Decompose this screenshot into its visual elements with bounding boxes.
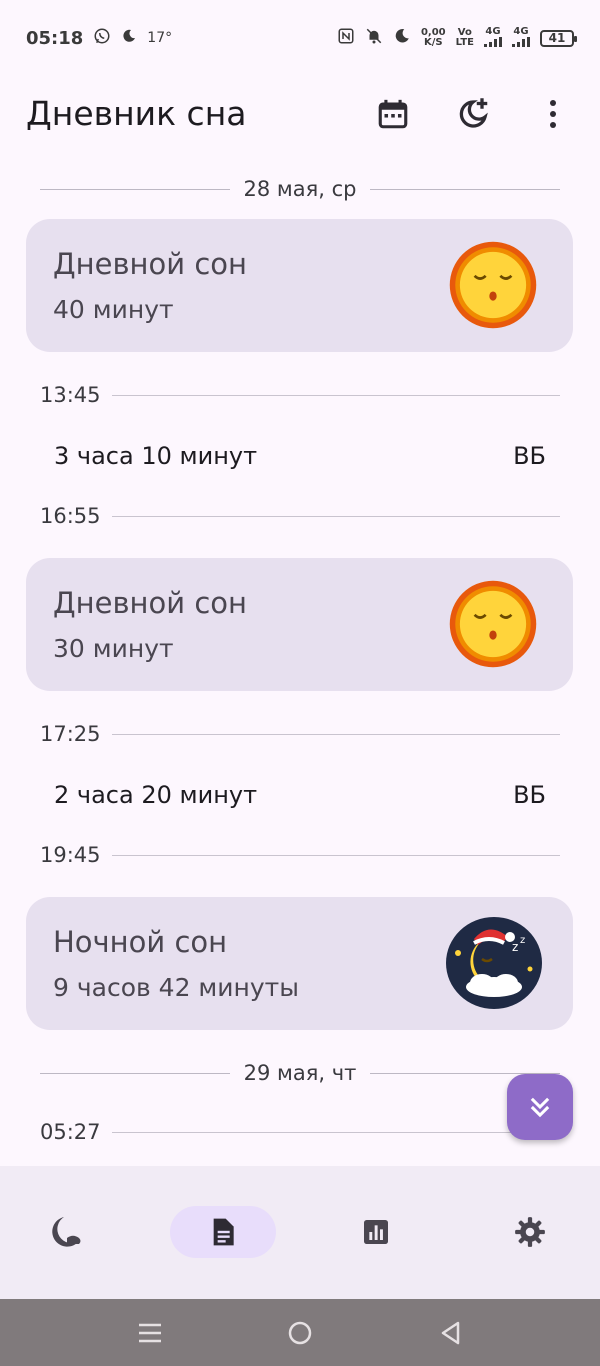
awake-tag: ВБ: [513, 442, 546, 470]
sleep-card-duration: 30 минут: [53, 634, 174, 663]
nav-item-sleep[interactable]: [14, 1206, 120, 1258]
time-marker: 17:25: [40, 719, 560, 749]
status-bar: 05:18 17° 0,00 K/S Vo LTE 4G 4G 41: [0, 0, 600, 76]
app-bar: Дневник сна: [0, 76, 600, 152]
svg-text:z: z: [520, 935, 525, 946]
time-line: [112, 515, 560, 517]
moon-icon: [52, 1217, 81, 1247]
sleep-card-duration: 9 часов 42 минуты: [53, 973, 299, 1002]
battery-indicator: 41: [540, 29, 577, 47]
signal-2-label: 4G: [513, 25, 529, 37]
settings-icon: [515, 1217, 545, 1247]
nfc-icon: [337, 27, 355, 50]
time-label: 19:45: [40, 843, 101, 867]
home-icon[interactable]: [284, 1317, 316, 1349]
sleep-card-title: Дневной сон: [53, 247, 247, 281]
awake-tag: ВБ: [513, 781, 546, 809]
back-icon[interactable]: [434, 1317, 466, 1349]
sleep-card-duration: 40 минут: [53, 295, 174, 324]
time-line: [112, 394, 560, 396]
time-line: [112, 854, 560, 856]
nav-item-settings[interactable]: [477, 1206, 583, 1258]
volte-indicator: Vo LTE: [456, 28, 474, 48]
nav-item-stats[interactable]: [323, 1206, 429, 1258]
sleep-card-title: Ночной сон: [53, 925, 228, 959]
sleep-card-day[interactable]: Дневной сон 40 минут: [26, 219, 573, 352]
sleeping-moon-icon: z z: [446, 917, 542, 1009]
status-right: 0,00 K/S Vo LTE 4G 4G 41: [337, 25, 577, 50]
volte-bottom: LTE: [455, 37, 474, 48]
more-vert-icon[interactable]: [533, 94, 573, 134]
awake-duration: 2 часа 20 минут: [54, 781, 258, 809]
sleep-card-night[interactable]: Ночной сон 9 часов 42 минуты z z: [26, 897, 573, 1030]
status-time: 05:18: [26, 27, 84, 49]
divider-line: [40, 1072, 230, 1074]
date-divider: 29 мая, чт: [40, 1058, 561, 1088]
time-line: [112, 733, 560, 735]
awake-row[interactable]: 3 часа 10 минут ВБ: [54, 439, 546, 473]
whatsapp-icon: [93, 27, 111, 50]
sleep-card-day[interactable]: Дневной сон 30 минут: [26, 558, 573, 691]
time-marker: 05:27: [40, 1117, 560, 1147]
recent-apps-icon[interactable]: [134, 1317, 166, 1349]
time-marker: 13:45: [40, 380, 560, 410]
time-marker: 16:55: [40, 501, 560, 531]
double-chevron-down-icon: [530, 1097, 550, 1118]
scroll-down-fab[interactable]: [507, 1074, 573, 1140]
diary-icon: [213, 1218, 234, 1246]
net-speed-unit: K/S: [423, 37, 443, 48]
mute-bell-icon: [365, 27, 383, 50]
date-divider: 28 мая, ср: [40, 174, 560, 204]
time-label: 05:27: [40, 1120, 101, 1144]
add-sleep-icon[interactable]: [453, 94, 493, 134]
page-title: Дневник сна: [26, 94, 247, 133]
time-line: [112, 1131, 560, 1133]
signal-bars-icon: [484, 36, 502, 47]
sleep-card-title: Дневной сон: [53, 586, 247, 620]
awake-duration: 3 часа 10 минут: [54, 442, 258, 470]
signal-2: 4G: [512, 25, 530, 50]
calendar-icon[interactable]: [373, 94, 413, 134]
time-label: 13:45: [40, 383, 101, 407]
date-label: 28 мая, ср: [243, 177, 357, 201]
system-nav-bar: [0, 1299, 600, 1366]
divider-line: [370, 188, 560, 190]
bottom-nav: [0, 1166, 600, 1299]
sleeping-sun-icon: [449, 580, 537, 668]
time-label: 17:25: [40, 722, 101, 746]
dnd-moon-icon-right: [393, 27, 411, 50]
sleeping-sun-icon: [449, 241, 537, 329]
signal-1-label: 4G: [485, 25, 501, 37]
status-temperature: 17°: [147, 30, 173, 46]
time-marker: 19:45: [40, 840, 560, 870]
date-label: 29 мая, чт: [243, 1061, 357, 1085]
status-left: 05:18 17°: [26, 27, 172, 50]
time-label: 16:55: [40, 504, 101, 528]
nav-item-diary[interactable]: [170, 1206, 276, 1258]
signal-bars-icon-2: [512, 36, 530, 47]
net-speed: 0,00 K/S: [421, 28, 446, 48]
svg-text:z: z: [512, 940, 518, 954]
awake-row[interactable]: 2 часа 20 минут ВБ: [54, 778, 546, 812]
stats-icon: [364, 1220, 388, 1244]
dnd-moon-icon: [121, 28, 137, 49]
divider-line: [40, 188, 230, 190]
signal-1: 4G: [484, 25, 502, 50]
